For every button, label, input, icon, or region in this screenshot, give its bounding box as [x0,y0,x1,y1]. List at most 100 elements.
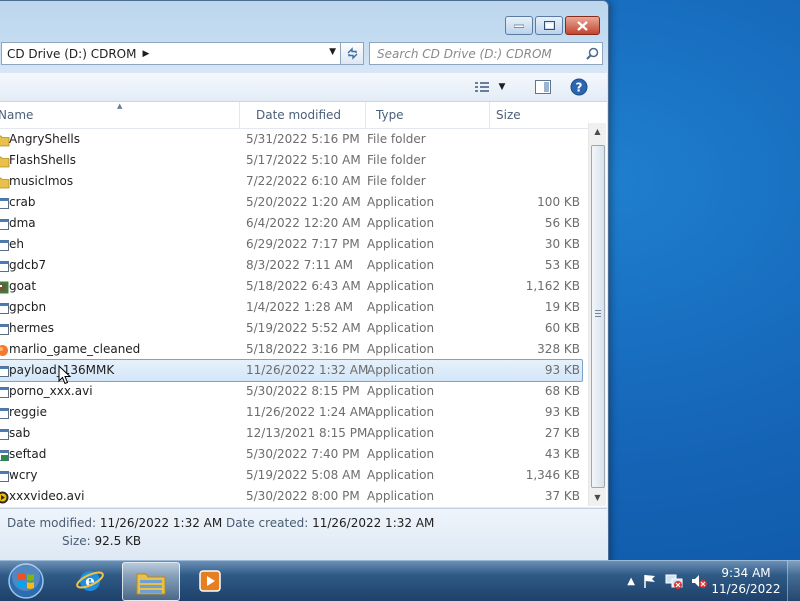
action-center-flag-icon[interactable] [642,573,658,589]
file-date-modified: 12/13/2021 8:15 PM [246,426,368,440]
column-header-size[interactable]: Size [490,102,570,128]
change-view-button[interactable]: ▼ [470,78,510,96]
file-size: 1,162 KB [525,279,580,293]
internet-explorer-icon: e [76,570,104,591]
file-name: eh [9,237,24,251]
file-row[interactable]: dma 6/4/2022 12:20 AM Application 56 KB [0,212,583,235]
file-type: File folder [367,132,426,146]
navigation-bar: CD Drive (D:) CDROM ▶ ▼ Search CD Drive … [1,42,603,65]
file-size: 60 KB [544,321,580,335]
file-row[interactable]: goat 5/18/2022 6:43 AM Application 1,162 KB [0,275,583,298]
taskbar-windows-explorer[interactable] [122,562,180,601]
file-name: crab [9,195,36,209]
address-bar[interactable]: CD Drive (D:) CDROM ▶ ▼ [1,42,341,65]
help-button[interactable]: ? [568,78,590,96]
detail-date-created-label: Date created: [226,516,309,530]
taskbar-internet-explorer[interactable]: e [62,562,118,599]
network-icon[interactable] [665,573,683,589]
refresh-button[interactable] [340,42,364,65]
show-hidden-icons-icon[interactable]: ▲ [627,576,635,587]
file-row[interactable]: xxxvideo.avi 5/30/2022 8:00 PM Application… [0,485,583,508]
detail-size-value: 92.5 KB [94,534,142,548]
taskbar-clock[interactable]: 9:34 AM 11/26/2022 [710,565,782,597]
maximize-button[interactable] [535,16,563,35]
file-row[interactable]: wcry 5/19/2022 5:08 AM Application 1,346 KB [0,464,583,487]
file-date-modified: 5/19/2022 5:08 AM [246,468,361,482]
preview-pane-icon [535,80,551,94]
file-date-modified: 5/30/2022 7:40 PM [246,447,360,461]
window-controls [505,16,600,35]
search-placeholder[interactable]: Search CD Drive (D:) CDROM [370,47,582,61]
column-header-date-modified[interactable]: Date modified [250,102,366,128]
file-date-modified: 8/3/2022 7:11 AM [246,258,354,272]
file-size: 27 KB [544,426,580,440]
file-row[interactable]: eh 6/29/2022 7:17 PM Application 30 KB [0,233,583,256]
file-row[interactable]: AngryShells 5/31/2022 5:16 PM File folder [0,128,583,151]
file-name: xxxvideo.avi [9,489,85,503]
sort-ascending-icon: ▲ [117,102,123,110]
scroll-up-arrow-icon[interactable]: ▲ [589,123,606,140]
file-row[interactable]: gpcbn 1/4/2022 1:28 AM Application 19 KB [0,296,583,319]
file-type: Application [367,300,435,314]
file-row[interactable]: marlio_game_cleaned 5/18/2022 3:16 PM Appl… [0,338,583,361]
file-size: 30 KB [544,237,580,251]
show-desktop-button[interactable] [787,561,800,601]
start-button[interactable] [4,561,48,601]
file-name: hermes [9,321,55,335]
detail-size-label: Size: [62,534,91,548]
detail-size: Size: 92.5 KB [62,534,141,548]
file-name: wcry [9,468,38,482]
file-date-modified: 5/19/2022 5:52 AM [246,321,361,335]
file-row[interactable]: FlashShells 5/17/2022 5:10 AM File folder [0,149,583,172]
volume-muted-icon[interactable] [690,573,708,589]
media-player-icon [199,569,221,592]
file-type: Application [367,405,435,419]
vertical-scrollbar[interactable]: ▲ ▼ [588,123,606,506]
file-row[interactable]: crab 5/20/2022 1:20 AM Application 100 KB [0,191,583,214]
file-date-modified: 5/20/2022 1:20 AM [246,195,361,209]
minimize-icon [514,24,524,28]
taskbar-media-player[interactable] [182,562,238,599]
file-row[interactable]: payload_136MMK11/26/2022 1:32 AMApplicat… [0,359,583,382]
file-size: 37 KB [544,489,580,503]
preview-pane-button[interactable] [533,78,553,96]
file-row[interactable]: sab 12/13/2021 8:15 PM Application 27 KB [0,422,583,445]
detail-date-modified-value: 11/26/2022 1:32 AM [99,516,223,530]
file-type: Application [367,279,435,293]
file-row[interactable]: gdcb7 8/3/2022 7:11 AM Application 53 KB [0,254,583,277]
help-icon: ? [570,78,588,96]
file-name: musiclmos [9,174,74,188]
file-row[interactable]: seftad 5/30/2022 7:40 PM Application 43 KB [0,443,583,466]
file-row[interactable]: musiclmos 7/22/2022 6:10 AM File folder [0,170,583,193]
search-box[interactable]: Search CD Drive (D:) CDROM [369,42,603,65]
file-size: 43 KB [544,447,580,461]
clock-time: 9:34 AM [721,566,771,580]
taskbar: e ▲ 9:34 AM 11/26/2022 [0,560,800,601]
file-row[interactable]: porno_xxx.avi 5/30/2022 8:15 PM Applicatio… [0,380,583,403]
file-name: sab [9,426,31,440]
file-row[interactable]: reggie 11/26/2022 1:24 AM Application 93 KB [0,401,583,424]
file-type: Application [367,447,435,461]
address-dropdown-icon[interactable]: ▼ [329,47,336,57]
minimize-button[interactable] [505,16,533,35]
file-size: 100 KB [537,195,580,209]
file-size: 93 KB [544,363,580,377]
scroll-thumb[interactable] [591,145,605,488]
column-header-type[interactable]: Type [370,102,490,128]
breadcrumb-arrow-icon[interactable]: ▶ [142,49,149,59]
close-icon [577,20,588,31]
file-name: gpcbn [9,300,47,314]
file-list-pane: Name ▲ Date modified Type Size AngryShel… [0,102,607,507]
address-path[interactable]: CD Drive (D:) CDROM [2,47,136,61]
detail-date-created-value: 11/26/2022 1:32 AM [312,516,435,530]
close-button[interactable] [565,16,600,35]
scroll-down-arrow-icon[interactable]: ▼ [589,489,606,506]
file-date-modified: 6/4/2022 12:20 AM [246,216,361,230]
file-date-modified: 5/30/2022 8:15 PM [246,384,360,398]
search-icon[interactable] [582,47,602,60]
file-type: Application [367,384,435,398]
views-icon [474,81,489,92]
scroll-grip-icon [595,310,601,317]
views-dropdown-icon[interactable]: ▼ [499,82,506,92]
file-row[interactable]: hermes 5/19/2022 5:52 AM Application 60 KB [0,317,583,340]
